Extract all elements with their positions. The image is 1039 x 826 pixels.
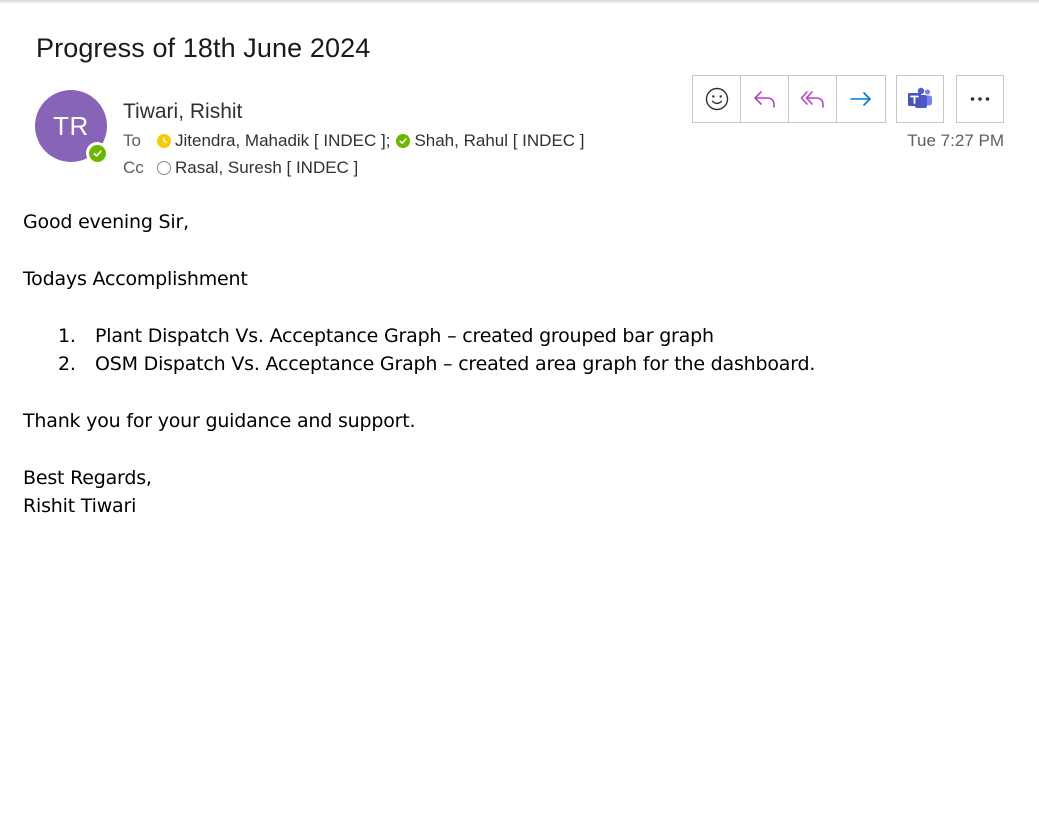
body-greeting: Good evening Sir,	[23, 211, 189, 233]
message-actions-toolbar	[692, 75, 886, 123]
list-item: 2. OSM Dispatch Vs. Acceptance Graph – c…	[58, 353, 815, 375]
reply-all-button[interactable]	[789, 76, 837, 122]
cc-line: Cc Rasal, Suresh [ INDEC ]	[123, 158, 358, 178]
sender-presence-badge	[86, 142, 108, 164]
recipient-cc-1[interactable]: Rasal, Suresh [ INDEC ]	[175, 158, 358, 178]
body-closing: Best Regards,	[23, 467, 152, 489]
offline-status-icon	[157, 161, 171, 175]
forward-icon	[850, 92, 871, 106]
more-icon	[970, 97, 990, 101]
emoji-react-button[interactable]	[693, 76, 741, 122]
forward-button[interactable]	[837, 76, 885, 122]
body-section-title: Todays Accomplishment	[23, 268, 248, 290]
body-thanks: Thank you for your guidance and support.	[23, 410, 416, 432]
teams-icon	[908, 87, 932, 108]
reply-icon	[753, 91, 775, 108]
list-item: 1. Plant Dispatch Vs. Acceptance Graph –…	[58, 325, 714, 347]
list-item-number: 1.	[58, 325, 76, 347]
available-check-icon	[88, 144, 106, 162]
reply-all-icon	[800, 91, 824, 108]
avatar-initials: TR	[53, 110, 89, 141]
to-line: To Jitendra, Mahadik [ INDEC ]; Shah, Ra…	[123, 131, 585, 151]
away-clock-icon	[157, 134, 171, 148]
email-timestamp: Tue 7:27 PM	[907, 131, 1004, 150]
recipient-separator: ;	[385, 131, 391, 150]
available-check-icon	[396, 134, 411, 148]
emoji-icon	[705, 87, 728, 111]
list-item-text: OSM Dispatch Vs. Acceptance Graph – crea…	[95, 353, 816, 375]
email-subject: Progress of 18th June 2024	[36, 33, 371, 63]
window-top-edge	[0, 0, 1039, 5]
recipient-to-1[interactable]: Jitendra, Mahadik [ INDEC ]	[175, 131, 386, 151]
to-label: To	[123, 131, 141, 150]
list-item-number: 2.	[58, 353, 76, 375]
list-item-text: Plant Dispatch Vs. Acceptance Graph – cr…	[95, 325, 714, 347]
body-signature: Rishit Tiwari	[23, 495, 137, 517]
more-actions-button[interactable]	[956, 75, 1004, 123]
recipient-to-2[interactable]: Shah, Rahul [ INDEC ]	[414, 131, 584, 151]
sender-name[interactable]: Tiwari, Rishit	[123, 100, 242, 124]
cc-label: Cc	[123, 158, 144, 177]
teams-chat-button[interactable]	[896, 75, 944, 123]
reply-button[interactable]	[741, 76, 789, 122]
